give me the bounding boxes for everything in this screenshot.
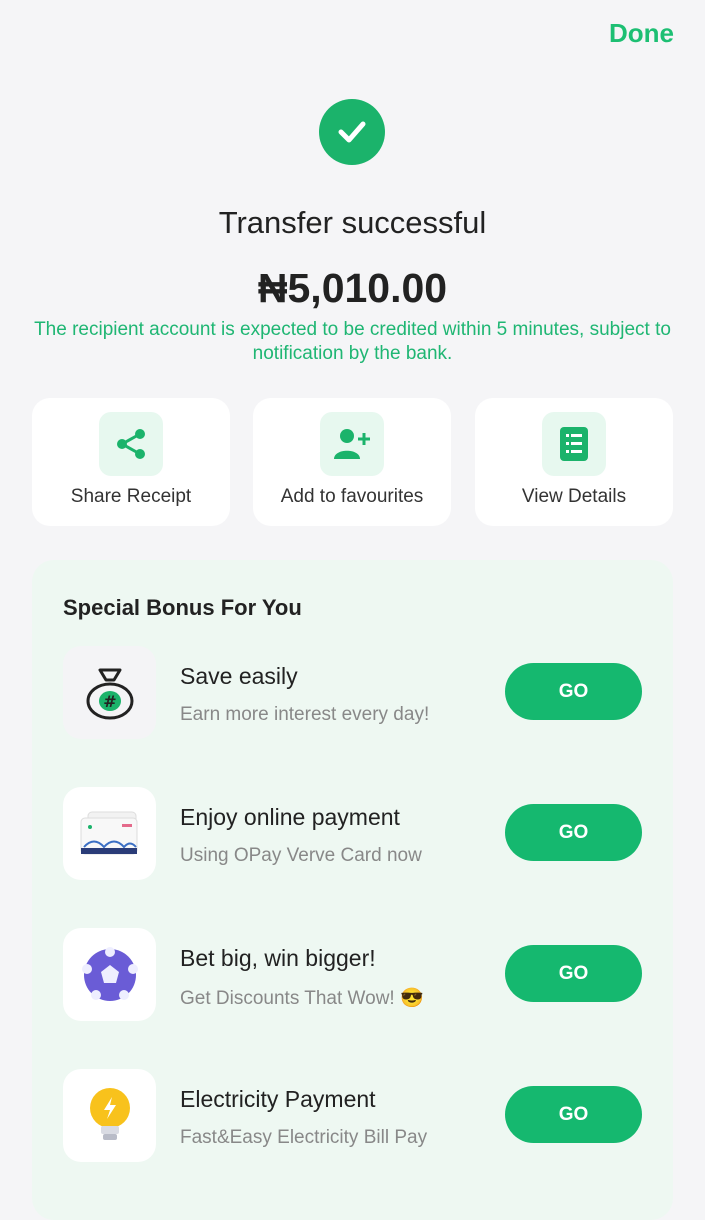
done-button[interactable]: Done (609, 18, 674, 49)
share-receipt-button[interactable]: Share Receipt (32, 398, 230, 526)
transfer-amount: ₦5,010.00 (257, 265, 448, 311)
status-title: Transfer successful (218, 205, 487, 240)
special-bonus-panel: Special Bonus For You # Save easily Earn… (32, 560, 673, 1220)
go-button[interactable]: GO (505, 945, 642, 1002)
bonus-item-title: Save easily (180, 663, 298, 689)
bonus-item-subtitle: Using OPay Verve Card now (180, 845, 422, 866)
add-to-favourites-label: Add to favourites (280, 486, 424, 507)
bonus-item-subtitle: Earn more interest every day! (180, 704, 430, 725)
go-button[interactable]: GO (505, 1086, 642, 1143)
money-bag-icon: # (63, 646, 156, 739)
view-details-button[interactable]: View Details (475, 398, 673, 526)
bonus-item-subtitle: Get Discounts That Wow! 😎 (180, 988, 424, 1009)
bonus-item-save-easily: # Save easily Earn more interest every d… (32, 646, 673, 742)
bonus-title: Special Bonus For You (63, 595, 302, 620)
bonus-item-title: Electricity Payment (180, 1086, 376, 1112)
add-user-icon (320, 412, 384, 476)
football-icon (63, 928, 156, 1021)
share-receipt-label: Share Receipt (70, 486, 192, 507)
details-list-icon (542, 412, 606, 476)
bonus-item-title: Enjoy online payment (180, 804, 400, 830)
lightbulb-icon (63, 1069, 156, 1162)
go-button[interactable]: GO (505, 663, 642, 720)
bonus-item-electricity: Electricity Payment Fast&Easy Electricit… (32, 1069, 673, 1165)
bonus-item-online-payment: Enjoy online payment Using OPay Verve Ca… (32, 787, 673, 883)
credit-notice: The recipient account is expected to be … (34, 319, 671, 364)
bonus-item-title: Bet big, win bigger! (180, 945, 376, 971)
bonus-item-bet-big: Bet big, win bigger! Get Discounts That … (32, 928, 673, 1024)
success-check-icon (319, 99, 385, 165)
go-button[interactable]: GO (505, 804, 642, 861)
svg-text:#: # (103, 692, 116, 711)
view-details-label: View Details (521, 486, 627, 507)
verve-card-icon (63, 787, 156, 880)
share-icon (99, 412, 163, 476)
add-to-favourites-button[interactable]: Add to favourites (253, 398, 451, 526)
bonus-item-subtitle: Fast&Easy Electricity Bill Pay (180, 1127, 428, 1148)
